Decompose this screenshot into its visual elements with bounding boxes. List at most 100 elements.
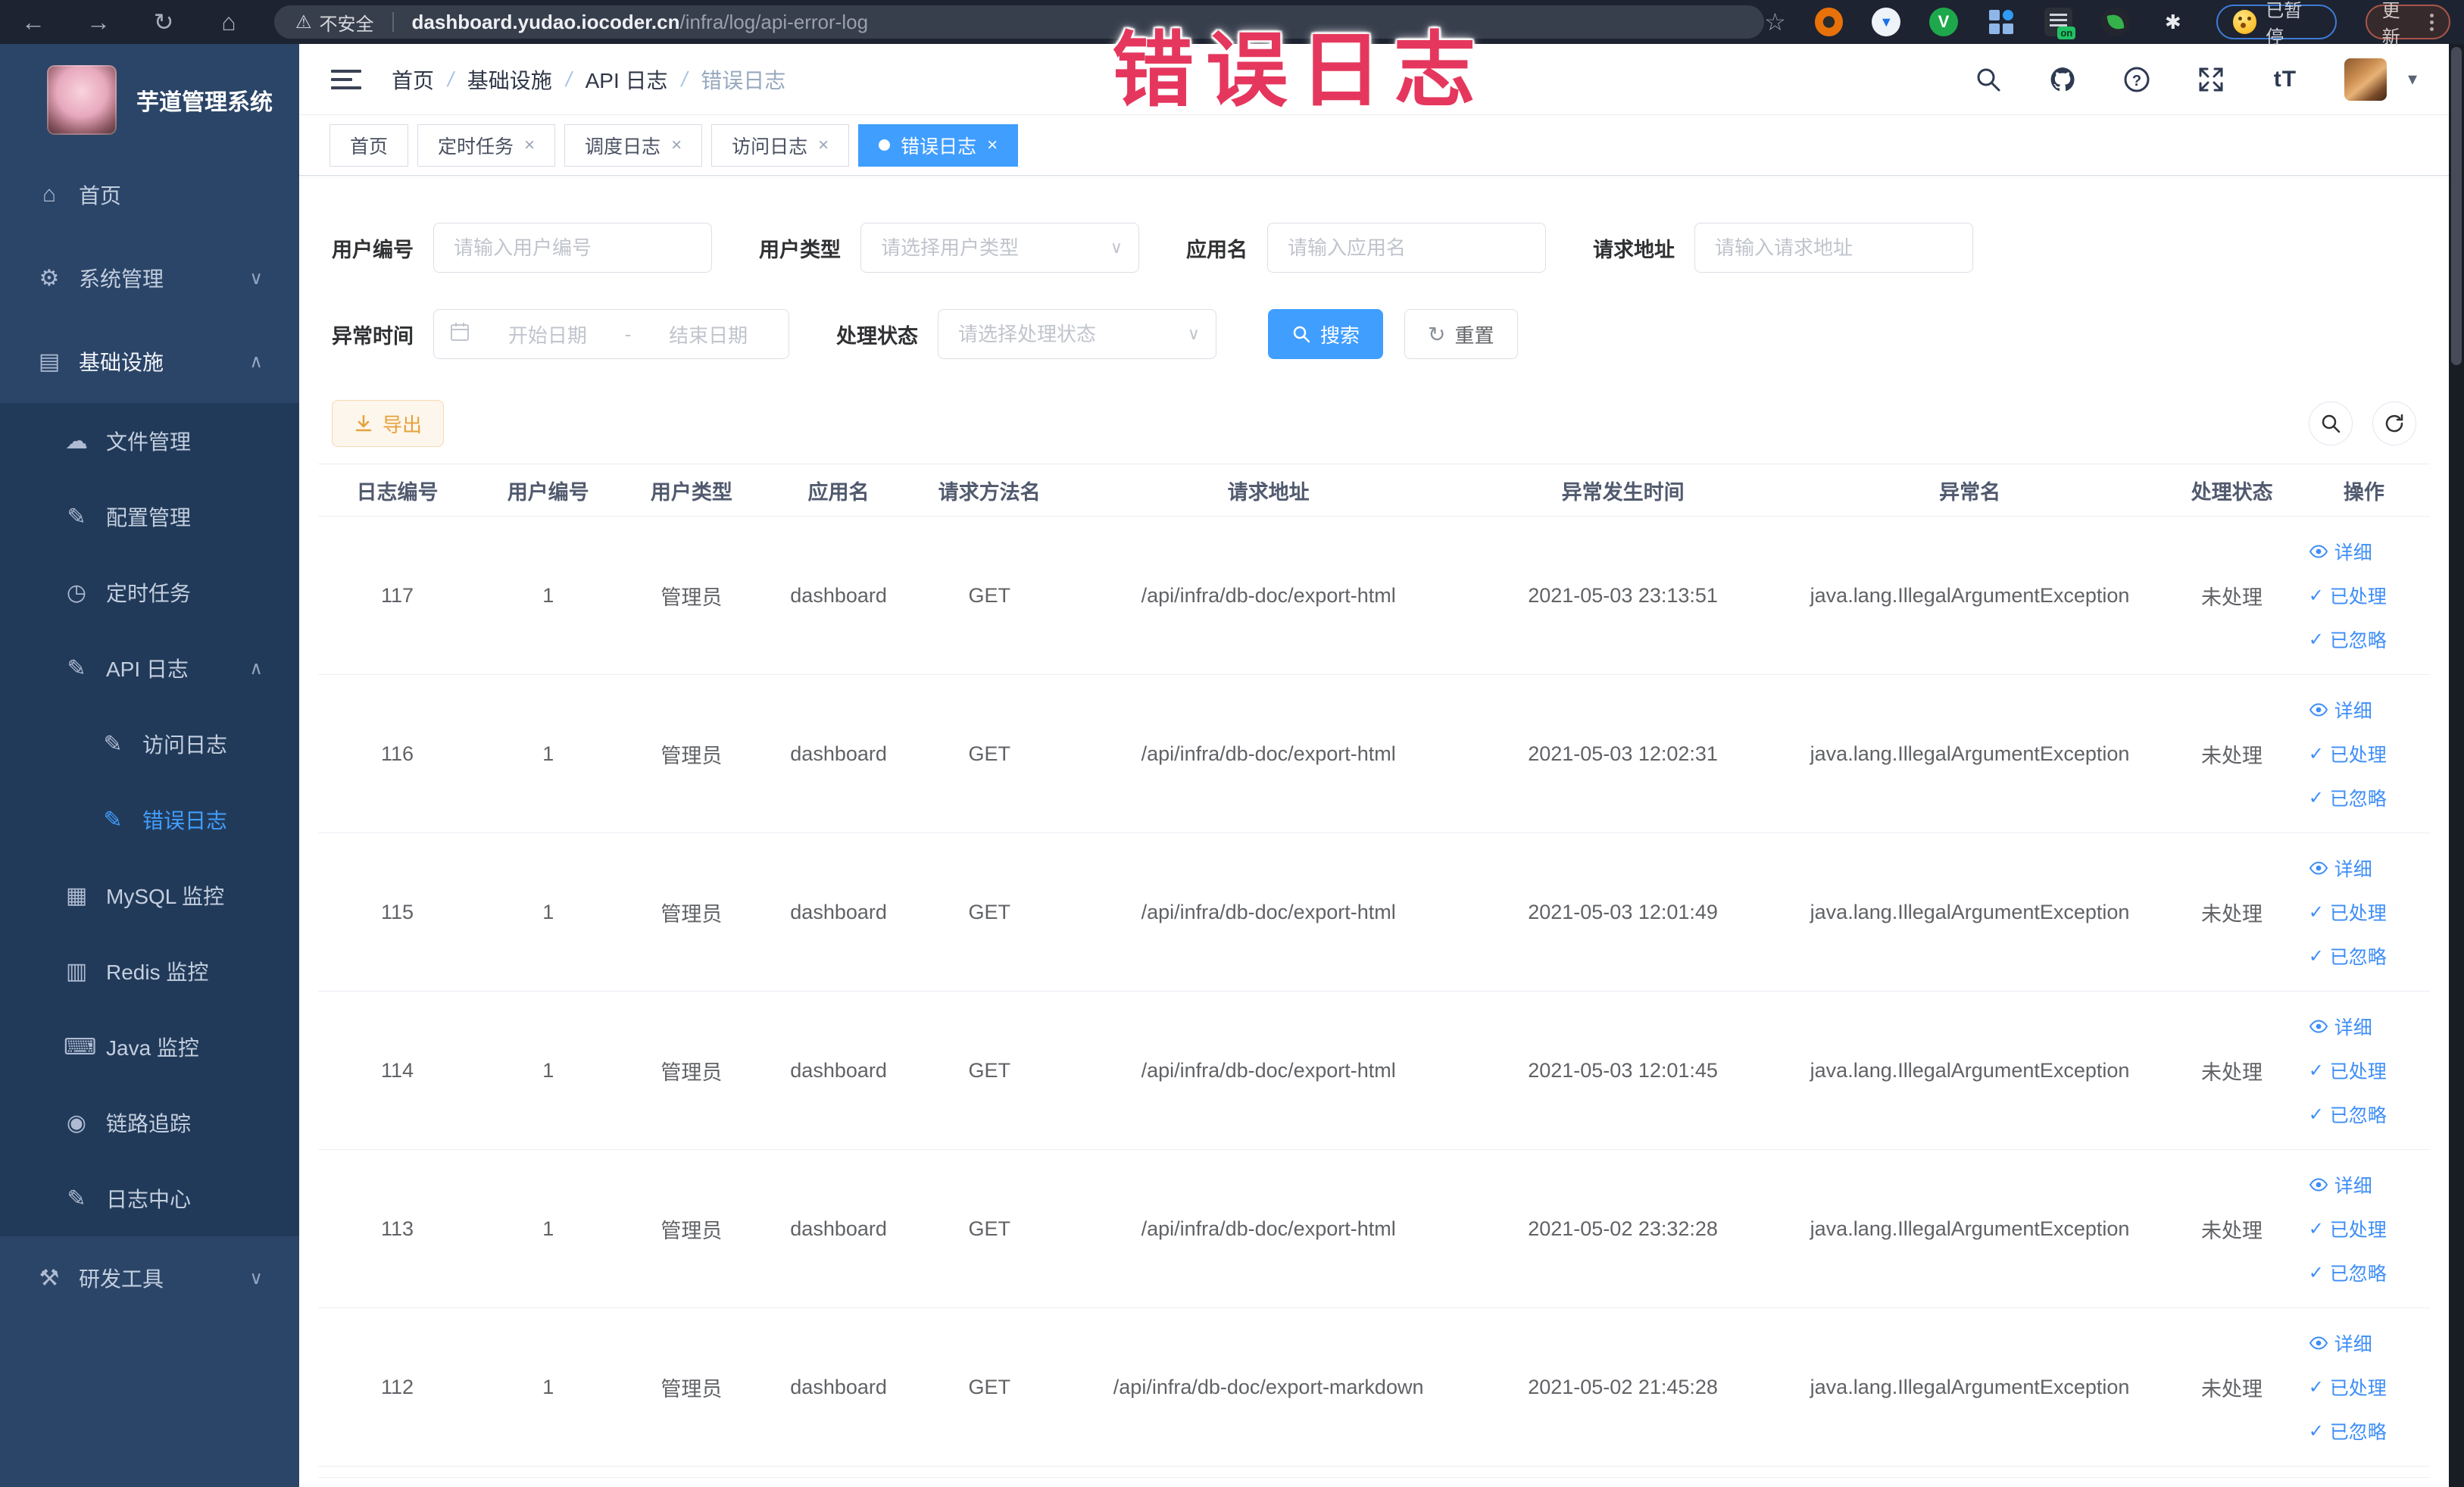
font-size-icon[interactable]: tT [2270, 64, 2300, 95]
view-tab[interactable]: 定时任务 × [417, 123, 556, 167]
sidebar-menu-item[interactable]: ⌨ Java 监控 [0, 1009, 299, 1085]
mark-processed-link[interactable]: ✓ 已处理 [2309, 582, 2387, 609]
sidebar-menu-item[interactable]: ▤ 基础设施 ∧ [0, 320, 299, 403]
view-tab[interactable]: 首页 [329, 123, 409, 167]
github-icon[interactable] [2047, 64, 2078, 95]
home-icon[interactable]: ⌂ [215, 8, 242, 36]
reset-button-label: 重置 [1454, 323, 1494, 347]
detail-link[interactable]: 详细 [2309, 696, 2372, 723]
security-warning-icon: ⚠ [295, 11, 312, 33]
view-tab[interactable]: 错误日志 × [858, 123, 1019, 167]
mark-processed-link[interactable]: ✓ 已处理 [2309, 898, 2387, 926]
avatar[interactable] [2344, 58, 2387, 101]
sidebar-logo-row[interactable]: 芋道管理系统 [0, 44, 299, 153]
sidebar-menu-item[interactable]: ✎ 配置管理 [0, 479, 299, 555]
sidebar-menu-item[interactable]: ✎ 访问日志 [0, 706, 299, 782]
tab-close-icon[interactable]: × [524, 135, 535, 156]
bookmark-star-icon[interactable]: ☆ [1764, 8, 1786, 36]
sidebar-menu-item[interactable]: ☁ 文件管理 [0, 403, 299, 479]
address-bar[interactable]: ⚠ 不安全 dashboard.yudao.iocoder.cn/infra/l… [274, 5, 1765, 39]
tab-close-icon[interactable]: × [671, 135, 682, 156]
cell-request-url: /api/infra/db-doc/export-html [1141, 583, 1396, 607]
tab-close-icon[interactable]: × [818, 135, 829, 156]
reset-button[interactable]: ↻ 重置 [1404, 309, 1518, 359]
search-icon[interactable] [1973, 64, 2003, 95]
url-path: /infra/log/api-error-log [679, 10, 869, 33]
breadcrumb-item[interactable]: API 日志 [586, 64, 668, 95]
breadcrumb-item[interactable]: 基础设施 [467, 64, 552, 95]
date-range-picker[interactable]: 开始日期 - 结束日期 [433, 309, 789, 359]
table-row: 116 1 管理员 dashboard GET /api/infra/db-do… [318, 675, 2430, 833]
detail-link[interactable]: 详细 [2309, 1013, 2372, 1040]
sidebar-menu-item[interactable]: ⚒ 研发工具 ∨ [0, 1236, 299, 1320]
extension-icon[interactable] [2101, 8, 2130, 36]
extension-icon[interactable]: ▼ [1872, 8, 1901, 36]
extension-icon[interactable] [1814, 8, 1844, 36]
sidebar-menu-item[interactable]: ◉ 链路追踪 [0, 1085, 299, 1161]
mark-ignored-link[interactable]: ✓ 已忽略 [2309, 1259, 2387, 1286]
sidebar-fold-icon[interactable] [331, 69, 361, 89]
mark-processed-link[interactable]: ✓ 已处理 [2309, 1373, 2387, 1401]
fullscreen-icon[interactable] [2196, 64, 2226, 95]
detail-link[interactable]: 详细 [2309, 854, 2372, 882]
view-tab[interactable]: 调度日志 × [564, 123, 703, 167]
sidebar-menu-item[interactable]: ▦ MySQL 监控 [0, 858, 299, 933]
scrollbar-thumb[interactable] [2451, 47, 2462, 365]
page-scrollbar[interactable] [2449, 44, 2464, 1487]
cell-status: 未处理 [2201, 586, 2263, 609]
browser-update-button[interactable]: 更新 [2365, 1, 2451, 48]
table-toolbar: 导出 [332, 400, 2430, 447]
menu-label: 错误日志 [142, 809, 228, 833]
toggle-search-icon[interactable] [2309, 401, 2353, 445]
paused-extension-pill[interactable]: 已暂停 [2216, 1, 2337, 48]
status-select[interactable] [938, 309, 1216, 359]
sidebar-menu-item[interactable]: ⌂ 首页 [0, 153, 299, 236]
refresh-table-icon[interactable] [2372, 401, 2416, 445]
mark-ignored-link[interactable]: ✓ 已忽略 [2309, 1101, 2387, 1128]
detail-link[interactable]: 详细 [2309, 1171, 2372, 1198]
reload-icon[interactable]: ↻ [150, 8, 177, 36]
mark-processed-link[interactable]: ✓ 已处理 [2309, 1057, 2387, 1084]
view-tab[interactable]: 访问日志 × [711, 123, 850, 167]
cell-status: 未处理 [2201, 1377, 2263, 1401]
mark-processed-link[interactable]: ✓ 已处理 [2309, 740, 2387, 767]
detail-link[interactable]: 详细 [2309, 1329, 2372, 1357]
breadcrumb: 首页 / 基础设施 / API 日志 / 错误日志 [392, 64, 785, 95]
search-button[interactable]: 搜索 [1268, 309, 1384, 359]
extension-icon[interactable]: V [1929, 8, 1958, 36]
tab-close-icon[interactable]: × [987, 135, 998, 156]
back-icon[interactable]: ← [20, 8, 47, 36]
chevron-icon: ∨ [249, 267, 263, 289]
mark-ignored-link[interactable]: ✓ 已忽略 [2309, 942, 2387, 970]
extension-icon[interactable]: ✱ [2159, 8, 2188, 36]
sidebar-menu-item[interactable]: ◷ 定时任务 [0, 555, 299, 630]
mark-ignored-link[interactable]: ✓ 已忽略 [2309, 1417, 2387, 1445]
sidebar-menu-item[interactable]: ▥ Redis 监控 [0, 933, 299, 1009]
breadcrumb-item[interactable]: 错误日志 [701, 64, 785, 95]
filter-input[interactable] [860, 223, 1139, 273]
forward-icon[interactable]: → [85, 8, 112, 36]
filter-input[interactable] [1267, 223, 1546, 273]
browser-menu-icon[interactable] [2430, 13, 2434, 31]
sidebar-menu-item[interactable]: ✎ 错误日志 [0, 782, 299, 858]
mark-processed-link[interactable]: ✓ 已处理 [2309, 1215, 2387, 1242]
breadcrumb-item[interactable]: 首页 [392, 64, 434, 95]
filter-input[interactable] [433, 223, 712, 273]
cell-app-name: dashboard [790, 742, 887, 765]
export-button[interactable]: 导出 [332, 400, 445, 447]
extension-icon[interactable]: on [2044, 8, 2076, 39]
sidebar-menu-item[interactable]: ✎ API 日志 ∧ [0, 630, 299, 706]
avatar-caret-icon[interactable]: ▾ [2408, 68, 2417, 90]
detail-link[interactable]: 详细 [2309, 538, 2372, 565]
search-button-label: 搜索 [1320, 323, 1360, 347]
menu-label: MySQL 监控 [106, 885, 225, 908]
menu-label: Java 监控 [106, 1036, 199, 1060]
sidebar-menu-item[interactable]: ✎ 日志中心 [0, 1161, 299, 1236]
filter-input[interactable] [1694, 223, 1973, 273]
cell-app-name: dashboard [790, 583, 887, 607]
help-icon[interactable]: ? [2122, 64, 2152, 95]
mark-ignored-link[interactable]: ✓ 已忽略 [2309, 784, 2387, 811]
sidebar-menu-item[interactable]: ⚙ 系统管理 ∨ [0, 236, 299, 320]
extension-icon[interactable] [1987, 8, 2016, 36]
mark-ignored-link[interactable]: ✓ 已忽略 [2309, 626, 2387, 653]
